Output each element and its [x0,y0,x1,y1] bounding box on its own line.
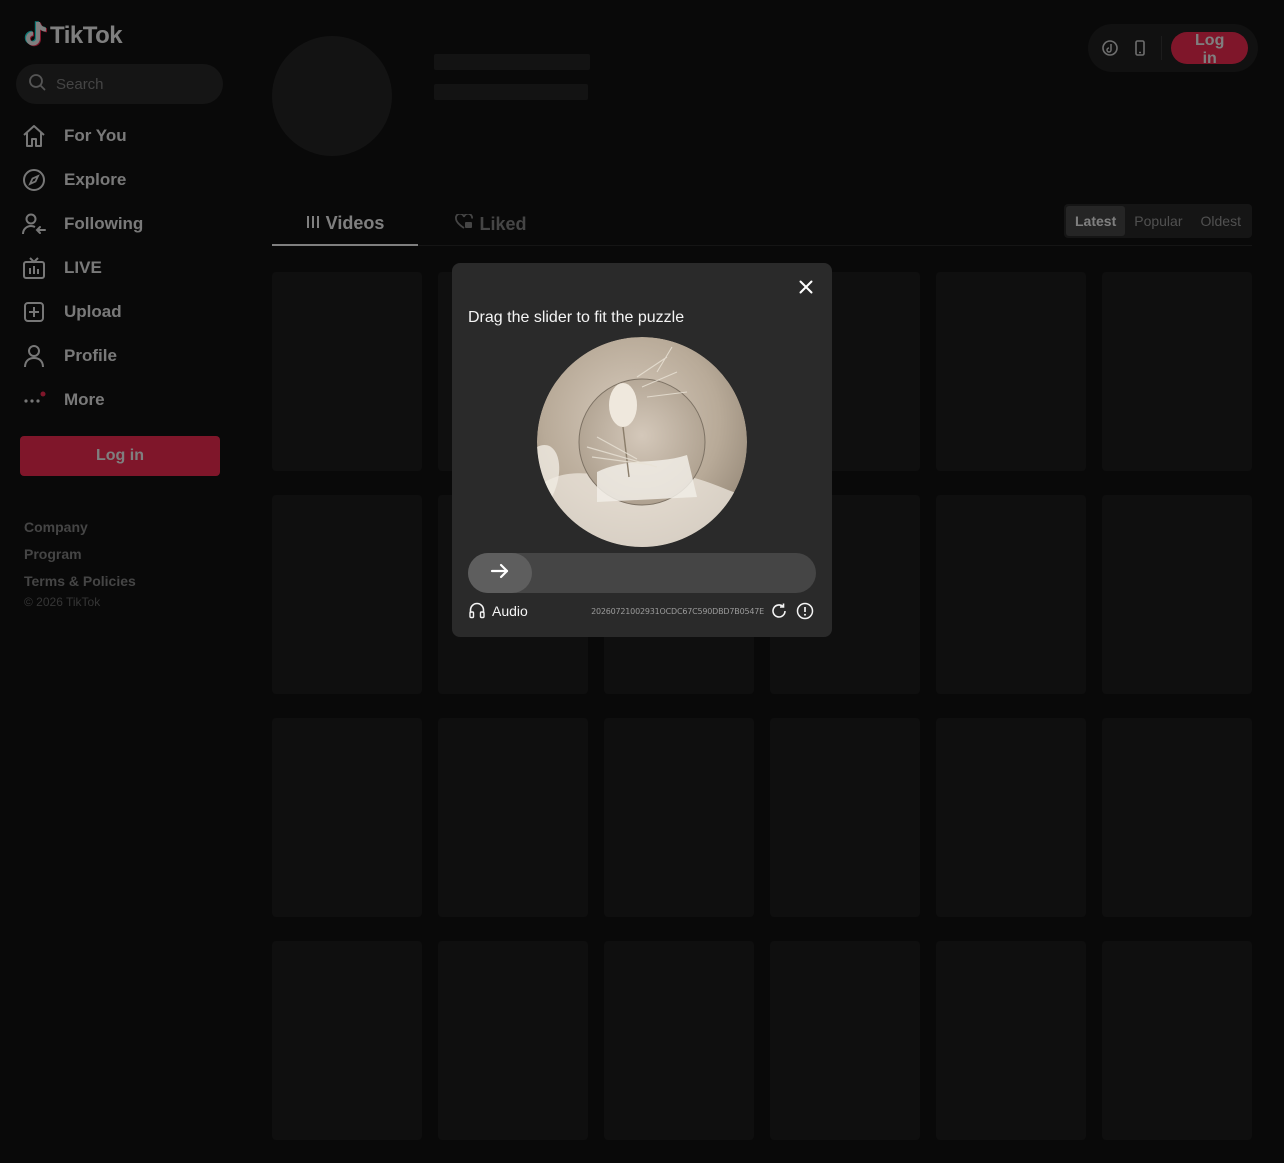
captcha-modal: Drag the slider to fit the puzzle Audio … [452,263,832,637]
headphones-icon [468,601,486,622]
refresh-button[interactable] [768,600,790,622]
captcha-title: Drag the slider to fit the puzzle [468,309,685,326]
refresh-icon [772,603,786,618]
puzzle-image [537,337,747,547]
captcha-code: 20260721002931OCDC67C590DBD7B0547E [591,606,764,616]
info-icon [796,602,814,620]
audio-button[interactable]: Audio [468,601,528,622]
audio-label: Audio [492,603,528,619]
close-button[interactable] [794,277,818,301]
page: TikTok For You Explore [0,0,1284,1163]
slider-handle[interactable] [468,553,532,593]
arrow-right-icon [490,562,510,585]
close-icon [799,280,813,299]
captcha-footer: Audio 20260721002931OCDC67C590DBD7B0547E [468,599,816,623]
slider-track[interactable] [468,553,816,593]
report-button[interactable] [794,600,816,622]
